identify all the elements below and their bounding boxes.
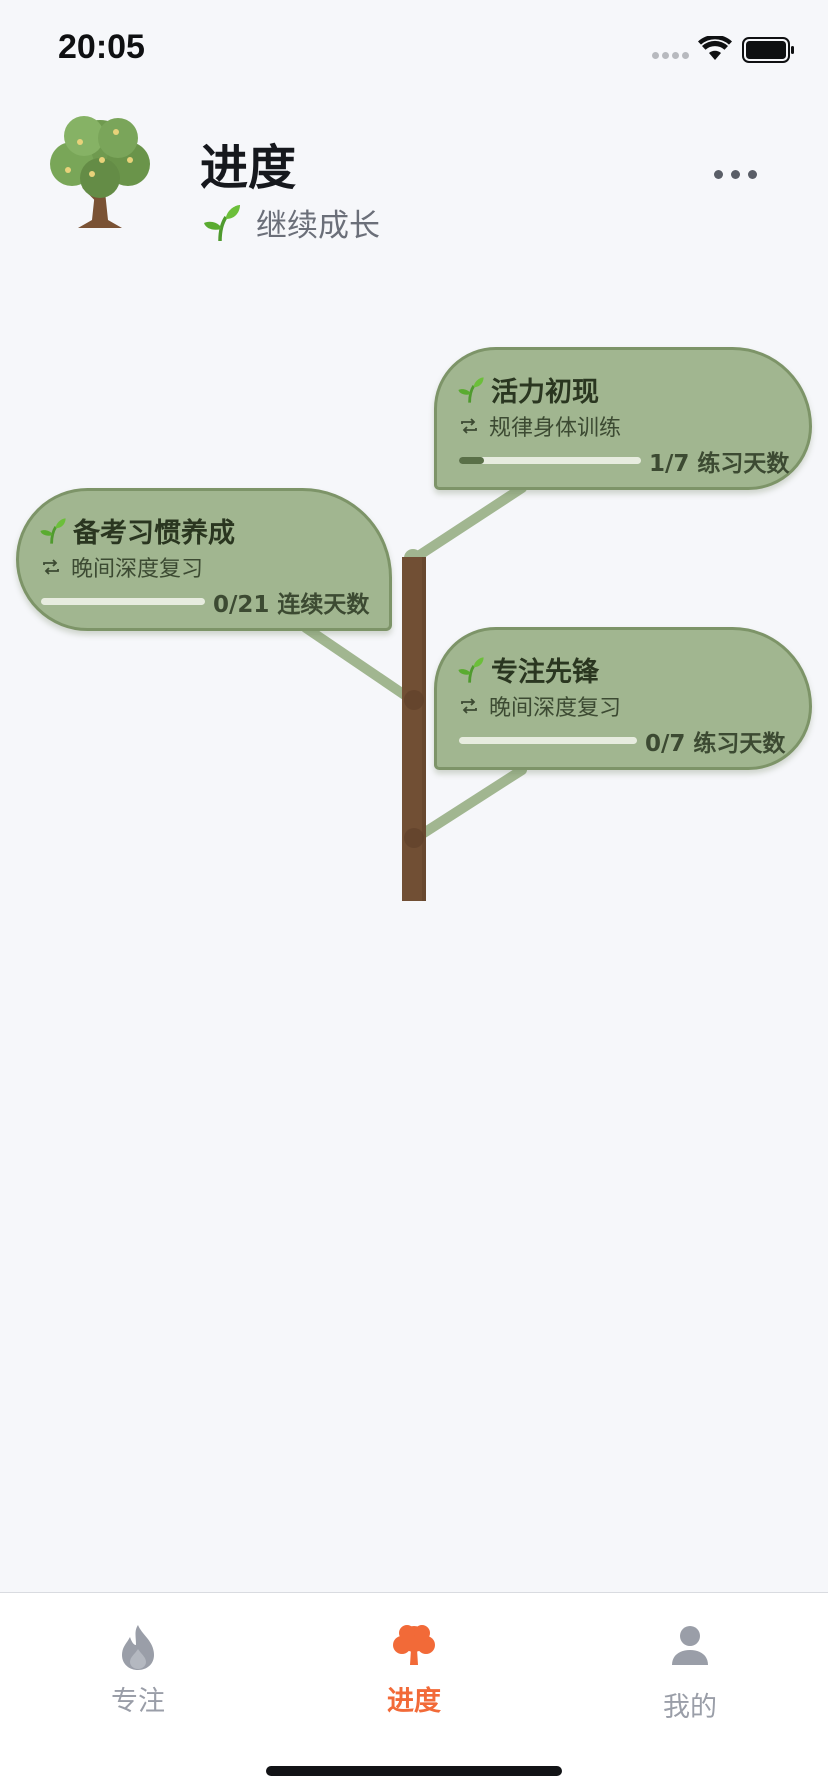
habit-routine: 晚间深度复习: [71, 557, 204, 582]
tab-progress[interactable]: 进度: [276, 1593, 552, 1743]
progress-bar: [41, 598, 205, 605]
habit-title: 活力初现: [491, 377, 599, 408]
habit-title: 专注先锋: [491, 657, 599, 688]
tab-profile[interactable]: 我的: [552, 1593, 828, 1743]
progress-bar: [459, 457, 641, 464]
tab-bar: 专注 进度 我的: [0, 1592, 828, 1792]
habit-card[interactable]: 活力初现 规律身体训练 1/7 练习天数: [434, 347, 812, 490]
repeat-icon: [461, 418, 477, 434]
home-indicator: [266, 1766, 562, 1776]
progress-label: 1/7 练习天数: [649, 451, 790, 477]
tab-label: 进度: [387, 1686, 441, 1717]
habit-title: 备考习惯养成: [73, 518, 235, 549]
progress-bar: [459, 737, 637, 744]
seedling-icon: [458, 656, 484, 683]
seedling-icon: [458, 376, 484, 403]
tree-icon: [393, 1625, 435, 1665]
seedling-icon: [40, 517, 66, 544]
repeat-icon: [43, 559, 59, 575]
tab-label: 专注: [111, 1686, 165, 1717]
tab-focus[interactable]: 专注: [0, 1593, 276, 1743]
progress-label: 0/7 练习天数: [645, 731, 786, 757]
habit-card[interactable]: 专注先锋 晚间深度复习 0/7 练习天数: [434, 627, 812, 770]
progress-label: 0/21 连续天数: [213, 592, 370, 618]
tab-label: 我的: [663, 1692, 717, 1723]
repeat-icon: [461, 698, 477, 714]
habit-card[interactable]: 备考习惯养成 晚间深度复习 0/21 连续天数: [16, 488, 392, 631]
flame-icon: [122, 1625, 154, 1670]
progress-fill: [459, 457, 485, 464]
person-icon: [672, 1626, 708, 1665]
habit-routine: 晚间深度复习: [489, 696, 622, 721]
habit-routine: 规律身体训练: [489, 416, 622, 441]
